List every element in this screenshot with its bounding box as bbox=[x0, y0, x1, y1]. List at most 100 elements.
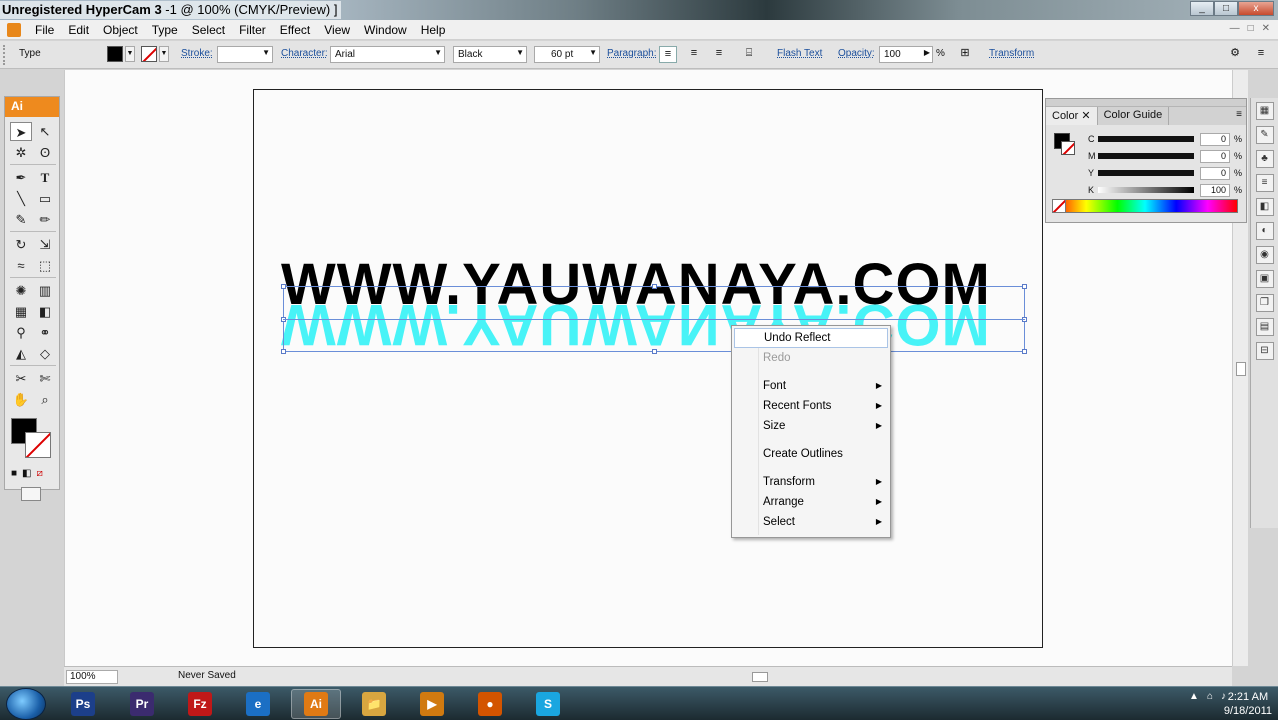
menu-type[interactable]: Type bbox=[145, 23, 185, 37]
slider-m[interactable]: M 0% bbox=[1088, 150, 1243, 164]
none-mode-icon[interactable]: ⧄ bbox=[37, 468, 43, 479]
network-icon[interactable]: ⌂ bbox=[1207, 691, 1213, 702]
app-icon[interactable] bbox=[7, 23, 21, 37]
stroke-color-swatch[interactable] bbox=[141, 46, 157, 62]
menu-edit[interactable]: Edit bbox=[61, 23, 96, 37]
opacity-label[interactable]: Opacity: bbox=[838, 48, 875, 59]
zoom-tool-icon[interactable]: ⌕ bbox=[34, 390, 56, 409]
lasso-tool-icon[interactable]: ʘ bbox=[34, 143, 56, 162]
align-objects-icon[interactable]: ⊞ bbox=[956, 46, 974, 63]
font-size-field[interactable]: 60 pt ▼ bbox=[534, 46, 600, 63]
align-right-icon[interactable]: ≡ bbox=[710, 46, 728, 63]
slider-c[interactable]: C 0% bbox=[1088, 133, 1243, 147]
taskbar-app-8[interactable]: S bbox=[523, 689, 573, 719]
resize-handle[interactable] bbox=[1022, 349, 1027, 354]
stroke-swatch[interactable] bbox=[25, 432, 51, 458]
menu-help[interactable]: Help bbox=[414, 23, 453, 37]
resize-handle[interactable] bbox=[1022, 284, 1027, 289]
tray-up-icon[interactable]: ▲ bbox=[1189, 691, 1199, 702]
appearance-panel-icon[interactable]: ◉ bbox=[1255, 246, 1274, 264]
menu-item-recent-fonts[interactable]: Recent Fonts ▶ bbox=[732, 396, 890, 416]
control-menu-icon[interactable]: ≡ bbox=[1252, 46, 1270, 63]
flash-text-label[interactable]: Flash Text bbox=[777, 48, 822, 59]
panel-grip[interactable] bbox=[3, 45, 7, 65]
taskbar-app-3[interactable]: e bbox=[233, 689, 283, 719]
slider-value-field[interactable]: 0 bbox=[1200, 133, 1230, 146]
character-label[interactable]: Character: bbox=[281, 48, 328, 59]
slider-value-field[interactable]: 0 bbox=[1200, 167, 1230, 180]
menu-window[interactable]: Window bbox=[357, 23, 414, 37]
graphic-styles-panel-icon[interactable]: ▣ bbox=[1255, 270, 1274, 288]
fill-dropdown-icon[interactable]: ▼ bbox=[125, 46, 135, 62]
horizontal-scroll-thumb[interactable] bbox=[752, 672, 768, 682]
gradient-tool-icon[interactable]: ◧ bbox=[34, 302, 56, 321]
font-style-select[interactable]: Black ▼ bbox=[453, 46, 527, 63]
menu-item-size[interactable]: Size ▶ bbox=[732, 416, 890, 436]
taskbar-app-2[interactable]: Fz bbox=[175, 689, 225, 719]
rectangle-tool-icon[interactable]: ▭ bbox=[34, 189, 56, 208]
swatches-panel-icon[interactable]: ▦ bbox=[1255, 102, 1274, 120]
slider-track[interactable] bbox=[1098, 153, 1194, 159]
stroke-weight-field[interactable]: ▼ bbox=[217, 46, 273, 63]
taskbar-app-7[interactable]: ● bbox=[465, 689, 515, 719]
gradient-panel-icon[interactable]: ◧ bbox=[1255, 198, 1274, 216]
taskbar-app-5[interactable]: 📁 bbox=[349, 689, 399, 719]
doc-close-icon[interactable]: ✕ bbox=[1262, 23, 1270, 34]
transform-link[interactable]: Transform bbox=[989, 48, 1034, 59]
resize-handle[interactable] bbox=[281, 349, 286, 354]
taskbar-app-1[interactable]: Pr bbox=[117, 689, 167, 719]
gradient-mode-icon[interactable]: ◧ bbox=[22, 468, 31, 479]
color-mode-icon[interactable]: ■ bbox=[11, 468, 17, 479]
slider-value-field[interactable]: 0 bbox=[1200, 150, 1230, 163]
line-tool-icon[interactable]: ╲ bbox=[10, 189, 32, 208]
menu-effect[interactable]: Effect bbox=[273, 23, 317, 37]
menu-item-arrange[interactable]: Arrange ▶ bbox=[732, 492, 890, 512]
direct-selection-tool-icon[interactable]: ↖ bbox=[34, 122, 56, 141]
free-transform-tool-icon[interactable]: ⬚ bbox=[34, 256, 56, 275]
artboard[interactable] bbox=[253, 89, 1043, 648]
start-button[interactable] bbox=[6, 688, 46, 720]
stroke-panel-icon[interactable]: ≡ bbox=[1255, 174, 1274, 192]
color-stroke-swatch[interactable] bbox=[1061, 141, 1075, 155]
resize-handle[interactable] bbox=[652, 284, 657, 289]
selection-tool-icon[interactable]: ➤ bbox=[10, 122, 32, 141]
envelope-icon[interactable]: ⌸ bbox=[740, 46, 758, 63]
stroke-label[interactable]: Stroke: bbox=[181, 48, 213, 59]
workspace-icon[interactable]: ⚙ bbox=[1226, 46, 1244, 63]
taskbar-app-0[interactable]: Ps bbox=[58, 689, 108, 719]
menu-object[interactable]: Object bbox=[96, 23, 145, 37]
hand-tool-icon[interactable]: ✋ bbox=[10, 390, 32, 409]
fill-color-swatch[interactable] bbox=[107, 46, 123, 62]
screen-mode-icon[interactable] bbox=[21, 487, 41, 501]
menu-filter[interactable]: Filter bbox=[232, 23, 273, 37]
rotate-tool-icon[interactable]: ↻ bbox=[10, 235, 32, 254]
tab-color[interactable]: Color ✕ bbox=[1046, 107, 1098, 125]
panel-menu-icon[interactable]: ≡ bbox=[1236, 109, 1242, 120]
menu-item-font[interactable]: Font ▶ bbox=[732, 376, 890, 396]
slider-track[interactable] bbox=[1098, 136, 1194, 142]
mesh-tool-icon[interactable]: ▦ bbox=[10, 302, 32, 321]
tab-color-guide[interactable]: Color Guide bbox=[1098, 107, 1170, 125]
align-left-icon[interactable]: ≡ bbox=[659, 46, 677, 63]
doc-minimize-icon[interactable]: — bbox=[1230, 23, 1240, 34]
font-family-select[interactable]: Arial ▼ bbox=[330, 46, 445, 63]
paintbrush-tool-icon[interactable]: ✎ bbox=[10, 210, 32, 229]
slider-track[interactable] bbox=[1098, 187, 1194, 193]
menu-item-undo-reflect[interactable]: Undo Reflect bbox=[734, 328, 888, 348]
slider-y[interactable]: Y 0% bbox=[1088, 167, 1243, 181]
symbols-panel-icon[interactable]: ♣ bbox=[1255, 150, 1274, 168]
slider-track[interactable] bbox=[1098, 170, 1194, 176]
stroke-dropdown-icon[interactable]: ▼ bbox=[159, 46, 169, 62]
menu-item-select[interactable]: Select ▶ bbox=[732, 512, 890, 532]
menu-view[interactable]: View bbox=[317, 23, 357, 37]
doc-restore-icon[interactable]: □ bbox=[1248, 23, 1254, 34]
taskbar-app-6[interactable]: ▶ bbox=[407, 689, 457, 719]
slice-tool-icon[interactable]: ✂ bbox=[10, 369, 32, 388]
align-center-icon[interactable]: ≡ bbox=[685, 46, 703, 63]
none-swatch[interactable] bbox=[1052, 199, 1066, 213]
transparency-panel-icon[interactable]: ◐ bbox=[1255, 222, 1274, 240]
align-panel-icon[interactable]: ⊟ bbox=[1255, 342, 1274, 360]
warp-tool-icon[interactable]: ≈ bbox=[10, 256, 32, 275]
menu-item-create-outlines[interactable]: Create Outlines bbox=[732, 444, 890, 464]
scissors-tool-icon[interactable]: ✄ bbox=[34, 369, 56, 388]
